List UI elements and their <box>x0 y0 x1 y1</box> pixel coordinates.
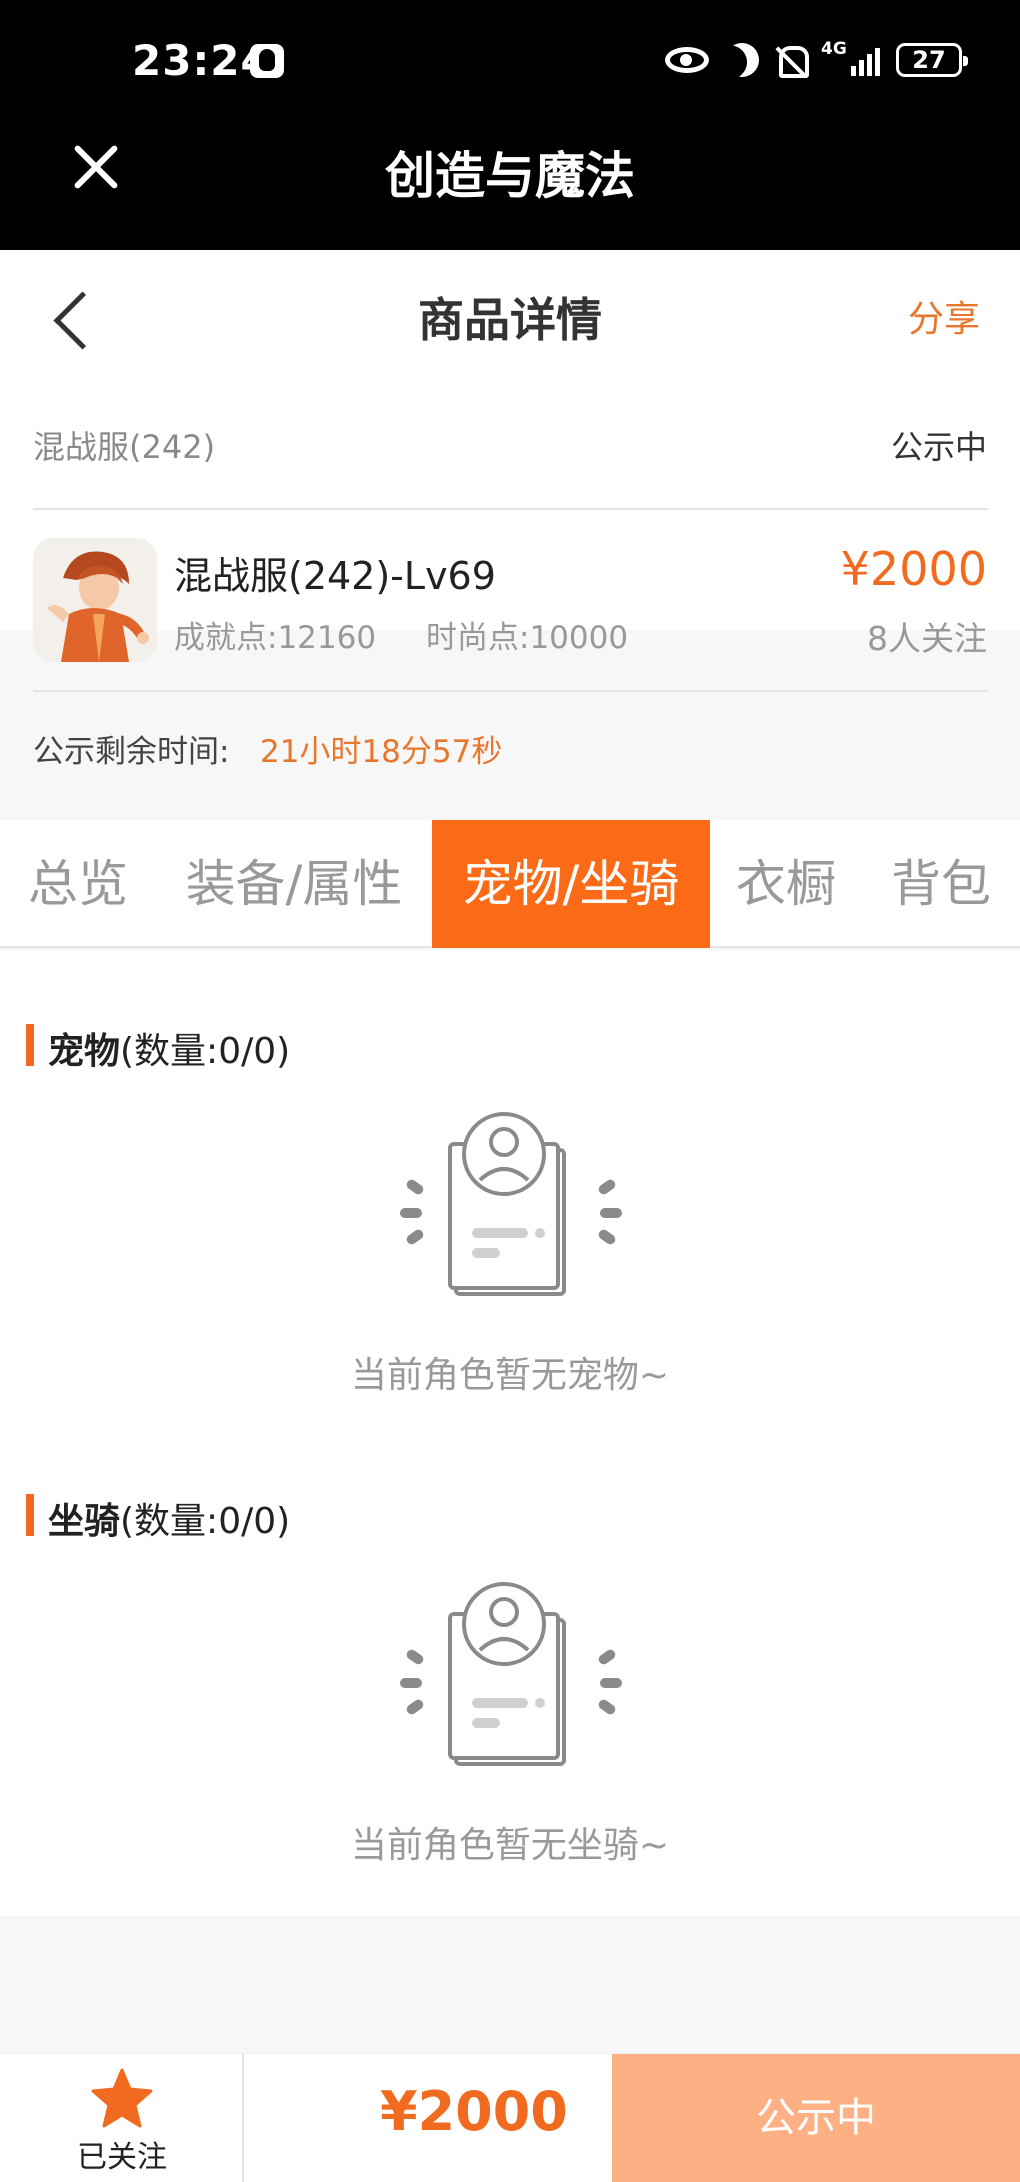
mounts-section-title: 坐骑(数量:0/0) <box>48 1492 290 1544</box>
divider <box>33 508 988 510</box>
mounts-title: 坐骑 <box>48 1501 121 1542</box>
empty-profile-icon <box>400 1112 622 1296</box>
timer-value: 21小时18分57秒 <box>260 734 503 770</box>
section-marker <box>26 1024 34 1066</box>
character-avatar <box>33 538 157 662</box>
follow-label: 已关注 <box>77 2140 167 2175</box>
tab-equipment[interactable]: 装备/属性 <box>168 820 420 948</box>
server-label: 混战服(242) <box>33 428 216 466</box>
empty-profile-icon <box>400 1582 622 1766</box>
bottom-action-bar: 已关注 ¥2000 公示中 <box>0 2053 1020 2182</box>
tab-bar: 总览 装备/属性 宠物/坐骑 衣橱 背包 <box>0 820 1020 948</box>
mute-bell-icon <box>775 44 809 78</box>
tab-pets-mounts[interactable]: 宠物/坐骑 <box>432 820 710 948</box>
moon-icon <box>720 38 764 82</box>
listing-status: 公示中 <box>890 428 987 466</box>
mounts-count: (数量:0/0) <box>120 1501 291 1542</box>
status-button[interactable]: 公示中 <box>612 2054 1020 2182</box>
status-icons: 4G 27 <box>665 38 968 82</box>
share-button[interactable]: 分享 <box>908 290 980 342</box>
tab-content: 宠物(数量:0/0) 当前角色暂无宠物~ 坐骑(数量:0/0) 当前角色暂无坐骑… <box>0 950 1020 1916</box>
pets-section-title: 宠物(数量:0/0) <box>48 1022 290 1074</box>
section-marker <box>26 1494 34 1536</box>
divider <box>33 690 988 692</box>
pets-empty-text: 当前角色暂无宠物~ <box>350 1355 670 1396</box>
listing-price: ¥2000 <box>840 542 987 596</box>
app-title: 创造与魔法 <box>385 147 635 205</box>
mounts-empty-text: 当前角色暂无坐骑~ <box>350 1825 670 1866</box>
tab-overview[interactable]: 总览 <box>0 820 156 948</box>
timer-label: 公示剩余时间: <box>33 734 230 770</box>
followers-count: 8人关注 <box>867 619 987 658</box>
achievement-points: 成就点:12160 <box>174 620 377 656</box>
eye-icon <box>665 47 709 73</box>
follow-button[interactable]: 已关注 <box>0 2054 244 2182</box>
battery-icon: 27 <box>896 43 968 77</box>
star-icon <box>91 2068 153 2128</box>
bottom-price: ¥2000 <box>380 2080 568 2143</box>
pets-title: 宠物 <box>48 1031 121 1072</box>
top-bar: 23:24 4G 27 创造与魔法 <box>0 0 1020 250</box>
item-name: 混战服(242)-Lv69 <box>174 554 496 598</box>
signal-icon: 4G <box>821 40 880 76</box>
fashion-points: 时尚点:10000 <box>426 620 629 656</box>
page-title: 商品详情 <box>418 293 602 347</box>
qq-icon <box>250 44 284 78</box>
signal-label: 4G <box>821 39 847 59</box>
tab-wardrobe[interactable]: 衣橱 <box>716 820 856 948</box>
pets-count: (数量:0/0) <box>120 1031 291 1072</box>
tab-backpack[interactable]: 背包 <box>870 820 1012 948</box>
